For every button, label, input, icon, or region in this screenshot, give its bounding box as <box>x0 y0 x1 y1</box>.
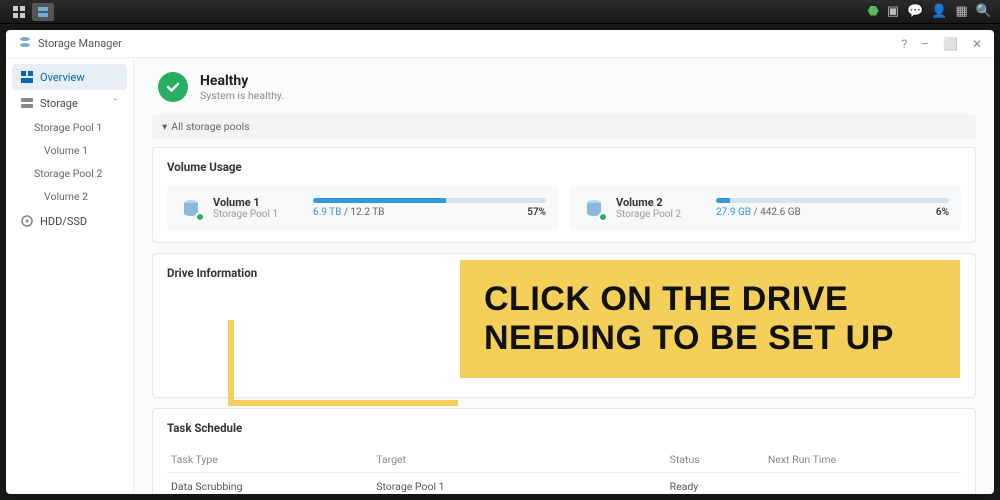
topbar-left <box>8 3 54 21</box>
health-text: Healthy System is healthy. <box>200 73 284 102</box>
overview-icon <box>20 70 34 84</box>
used-value: 27.9 GB <box>716 207 751 218</box>
search-icon[interactable]: 🔍 <box>976 4 992 19</box>
package-icon[interactable]: ⬣ <box>867 4 878 19</box>
sidebar-item-volume2[interactable]: Volume 2 <box>12 185 127 208</box>
usage-bar <box>313 198 546 203</box>
callout-connector <box>228 320 234 405</box>
volume-usage-card: Volume Usage Volume 1 Storage Pool 1 <box>152 147 976 243</box>
cell-target: Storage Pool 1 <box>372 473 665 495</box>
sidebar-item-overview[interactable]: Overview <box>12 64 127 90</box>
volume-icon <box>179 196 203 220</box>
grid-icon[interactable] <box>8 3 30 21</box>
sidebar-item-storage[interactable]: Storage ⌃ <box>12 90 127 116</box>
window-titlebar: Storage Manager ? – ⬜ ✕ <box>6 30 994 58</box>
health-title: Healthy <box>200 73 284 89</box>
volume-pool: Storage Pool 2 <box>616 209 706 220</box>
sidebar-item-volume1[interactable]: Volume 1 <box>12 139 127 162</box>
dashboard-icon[interactable]: ▦ <box>956 4 968 19</box>
sidebar-item-hdd[interactable]: HDD/SSD <box>12 208 127 234</box>
help-icon[interactable]: ? <box>901 37 907 51</box>
card-title: Volume Usage <box>167 160 961 174</box>
health-status: Healthy System is healthy. <box>152 72 976 102</box>
storage-app-icon[interactable] <box>32 3 54 21</box>
volume-icon <box>582 196 606 220</box>
sidebar-label: HDD/SSD <box>40 215 87 228</box>
col-task-type[interactable]: Task Type <box>167 447 372 473</box>
card-title: Task Schedule <box>167 421 961 435</box>
storage-icon <box>20 96 34 110</box>
window-title: Storage Manager <box>38 37 122 50</box>
hdd-icon <box>20 214 34 228</box>
filter-label: All storage pools <box>171 120 249 133</box>
usage-bar <box>716 198 949 203</box>
pct-value: 57% <box>527 207 546 218</box>
task-table: Task Type Target Status Next Run Time Da… <box>167 447 961 494</box>
app-icon <box>18 35 32 52</box>
panel-icon[interactable]: ▣ <box>887 4 899 19</box>
cell-status: Ready <box>666 473 764 495</box>
col-target[interactable]: Target <box>372 447 665 473</box>
titlebar-controls: ? – ⬜ ✕ <box>901 37 982 51</box>
maximize-icon[interactable]: ⬜ <box>943 37 958 51</box>
volume-card[interactable]: Volume 2 Storage Pool 2 27.9 GB / 442.6 … <box>570 186 961 230</box>
task-schedule-card: Task Schedule Task Type Target Status Ne… <box>152 408 976 494</box>
storage-pool-filter[interactable]: ▾ All storage pools <box>152 114 976 139</box>
titlebar-left: Storage Manager <box>18 35 122 52</box>
instruction-callout: CLICK ON THE DRIVE NEEDING TO BE SET UP <box>460 260 960 378</box>
volume-pool: Storage Pool 1 <box>213 209 303 220</box>
sidebar-label: Storage <box>40 97 78 110</box>
callout-connector <box>228 400 458 406</box>
close-icon[interactable]: ✕ <box>972 37 982 51</box>
pct-value: 6% <box>936 207 949 218</box>
chevron-up-icon: ⌃ <box>111 98 119 108</box>
cell-next <box>764 473 961 495</box>
volume-name: Volume 2 <box>616 196 706 209</box>
sidebar-label: Overview <box>40 71 85 84</box>
volume-card[interactable]: Volume 1 Storage Pool 1 6.9 TB / 12.2 TB… <box>167 186 558 230</box>
sidebar: Overview Storage ⌃ Storage Pool 1 Volume… <box>6 58 134 494</box>
cell-type: Data Scrubbing <box>167 473 372 495</box>
sidebar-item-pool1[interactable]: Storage Pool 1 <box>12 116 127 139</box>
col-status[interactable]: Status <box>666 447 764 473</box>
system-topbar: ⬣ ▣ 💬 👤 ▦ 🔍 <box>0 0 1000 24</box>
health-check-icon <box>158 72 188 102</box>
table-row[interactable]: Data Scrubbing Storage Pool 1 Ready <box>167 473 961 495</box>
chevron-down-icon: ▾ <box>162 120 167 133</box>
status-dot-icon <box>195 212 205 222</box>
user-icon[interactable]: 👤 <box>931 4 947 19</box>
col-next-run[interactable]: Next Run Time <box>764 447 961 473</box>
volume-list: Volume 1 Storage Pool 1 6.9 TB / 12.2 TB… <box>167 186 961 230</box>
cap-value: 442.6 GB <box>760 207 801 218</box>
volume-name: Volume 1 <box>213 196 303 209</box>
cap-value: 12.2 TB <box>350 207 384 218</box>
status-dot-icon <box>598 212 608 222</box>
sidebar-item-pool2[interactable]: Storage Pool 2 <box>12 162 127 185</box>
used-value: 6.9 TB <box>313 207 341 218</box>
minimize-icon[interactable]: – <box>921 37 929 51</box>
topbar-right: ⬣ ▣ 💬 👤 ▦ 🔍 <box>867 4 992 19</box>
health-subtitle: System is healthy. <box>200 89 284 102</box>
chat-icon[interactable]: 💬 <box>907 4 923 19</box>
